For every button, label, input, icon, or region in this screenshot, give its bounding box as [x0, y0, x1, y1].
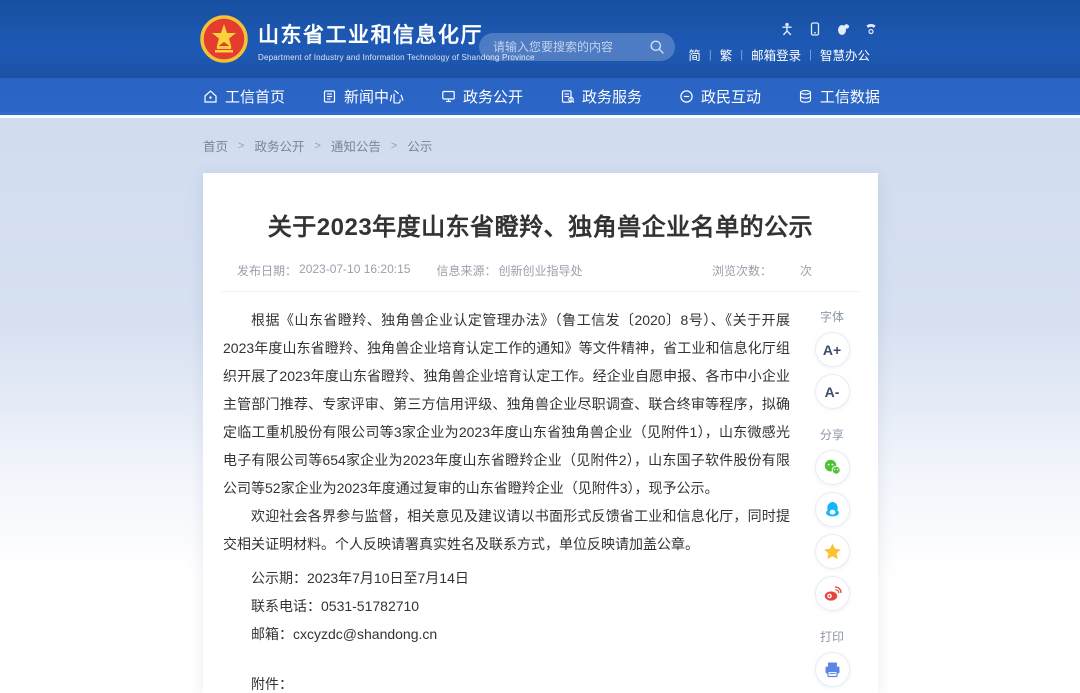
- breadcrumb-notices[interactable]: 通知公告: [331, 136, 381, 155]
- home-icon: [203, 89, 218, 104]
- views-suffix: 次: [800, 262, 812, 279]
- nav-label: 工信数据: [820, 86, 880, 107]
- nav-item-news[interactable]: 新闻中心: [322, 86, 404, 107]
- database-icon: [798, 89, 813, 104]
- lang-simplified-link[interactable]: 简: [680, 45, 709, 64]
- email-line: 邮箱：cxcyzdc@shandong.cn: [223, 620, 790, 648]
- nav-label: 政务服务: [582, 86, 642, 107]
- contact-phone-line: 联系电话：0531-51782710: [223, 592, 790, 620]
- header-quick-area: 简 | 繁 | 邮箱登录 | 智慧办公: [680, 22, 878, 64]
- side-toolbar: 字体 A+ A- 分享: [812, 309, 852, 687]
- mail-login-link[interactable]: 邮箱登录: [743, 45, 809, 64]
- share-label: 分享: [820, 427, 844, 443]
- main-nav: 工信首页 新闻中心 政务公开: [0, 78, 1080, 115]
- circle-minus-icon: [679, 89, 694, 104]
- qzone-icon: [823, 542, 842, 561]
- paragraph-2: 欢迎社会各界参与监督，相关意见及建议请以书面形式反馈省工业和信息化厅，同时提交相…: [223, 502, 790, 558]
- nav-item-interaction[interactable]: 政民互动: [679, 86, 761, 107]
- paragraph-1: 根据《山东省瞪羚、独角兽企业认定管理办法》（鲁工信发〔2020〕8号）、《关于开…: [223, 306, 790, 502]
- mouse-icon[interactable]: [836, 22, 850, 36]
- nav-item-gov-info[interactable]: 政务公开: [441, 86, 523, 107]
- attachments-label: 附件：: [223, 672, 790, 693]
- publish-date-value: 2023-07-10 16:20:15: [299, 262, 410, 279]
- header-mini-icons: [680, 22, 878, 36]
- breadcrumb: 首页 > 政务公开 > 通知公告 > 公示: [203, 136, 432, 155]
- nav-item-home[interactable]: 工信首页: [203, 86, 285, 107]
- contact-phone-icon[interactable]: [864, 22, 878, 36]
- monitor-icon: [441, 89, 456, 104]
- share-weibo-button[interactable]: [815, 576, 850, 611]
- national-emblem-logo[interactable]: [200, 15, 248, 63]
- mobile-icon[interactable]: [808, 22, 822, 36]
- nav-label: 工信首页: [225, 86, 285, 107]
- nav-label: 新闻中心: [344, 86, 404, 107]
- search-input[interactable]: [493, 40, 649, 54]
- emblem-icon: [200, 15, 248, 63]
- search-icon[interactable]: [649, 39, 665, 55]
- breadcrumb-separator: >: [391, 140, 397, 152]
- print-button[interactable]: [815, 652, 850, 687]
- breadcrumb-separator: >: [238, 140, 244, 152]
- article-card: 关于2023年度山东省瞪羚、独角兽企业名单的公示 发布日期： 2023-07-1…: [203, 173, 878, 693]
- page-body: 首页 > 政务公开 > 通知公告 > 公示 关于2023年度山东省瞪羚、独角兽企…: [0, 118, 1080, 693]
- notice-period-line: 公示期：2023年7月10日至7月14日: [223, 564, 790, 592]
- attachments-block: 附件： 附件1：2023年独角兽企业评审拟通过企业汇总表: [223, 672, 790, 693]
- nav-item-gov-service[interactable]: 政务服务: [560, 86, 642, 107]
- publish-date-label: 发布日期：: [237, 262, 297, 279]
- page: 山东省工业和信息化厅 Department of Industry and In…: [0, 0, 1080, 693]
- header-banner: 山东省工业和信息化厅 Department of Industry and In…: [0, 0, 1080, 78]
- weibo-icon: [823, 584, 842, 603]
- smart-office-link[interactable]: 智慧办公: [812, 45, 878, 64]
- wechat-icon: [823, 458, 842, 477]
- printer-icon: [823, 660, 842, 679]
- article-title: 关于2023年度山东省瞪羚、独角兽企业名单的公示: [221, 207, 860, 242]
- breadcrumb-current: 公示: [407, 136, 432, 155]
- views-label: 浏览次数：: [712, 262, 772, 279]
- accessibility-icon[interactable]: [780, 22, 794, 36]
- document-icon: [560, 89, 575, 104]
- breadcrumb-home[interactable]: 首页: [203, 136, 228, 155]
- article-body: 根据《山东省瞪羚、独角兽企业认定管理办法》（鲁工信发〔2020〕8号）、《关于开…: [221, 306, 860, 693]
- news-icon: [322, 89, 337, 104]
- lang-traditional-link[interactable]: 繁: [712, 45, 741, 64]
- print-label: 打印: [820, 629, 844, 645]
- source-value: 创新创业指导处: [498, 262, 582, 279]
- breadcrumb-gov-info[interactable]: 政务公开: [254, 136, 304, 155]
- source-label: 信息来源：: [436, 262, 496, 279]
- nav-label: 政民互动: [701, 86, 761, 107]
- share-qzone-button[interactable]: [815, 534, 850, 569]
- font-increase-button[interactable]: A+: [815, 332, 850, 367]
- breadcrumb-separator: >: [314, 140, 320, 152]
- font-size-label: 字体: [820, 309, 844, 325]
- share-wechat-button[interactable]: [815, 450, 850, 485]
- font-decrease-button[interactable]: A-: [815, 374, 850, 409]
- nav-label: 政务公开: [463, 86, 523, 107]
- nav-item-data[interactable]: 工信数据: [798, 86, 880, 107]
- search-box: [479, 33, 675, 61]
- share-qq-button[interactable]: [815, 492, 850, 527]
- article-meta: 发布日期： 2023-07-10 16:20:15 信息来源： 创新创业指导处 …: [221, 262, 860, 292]
- header-quick-links: 简 | 繁 | 邮箱登录 | 智慧办公: [680, 45, 878, 64]
- qq-icon: [823, 500, 842, 519]
